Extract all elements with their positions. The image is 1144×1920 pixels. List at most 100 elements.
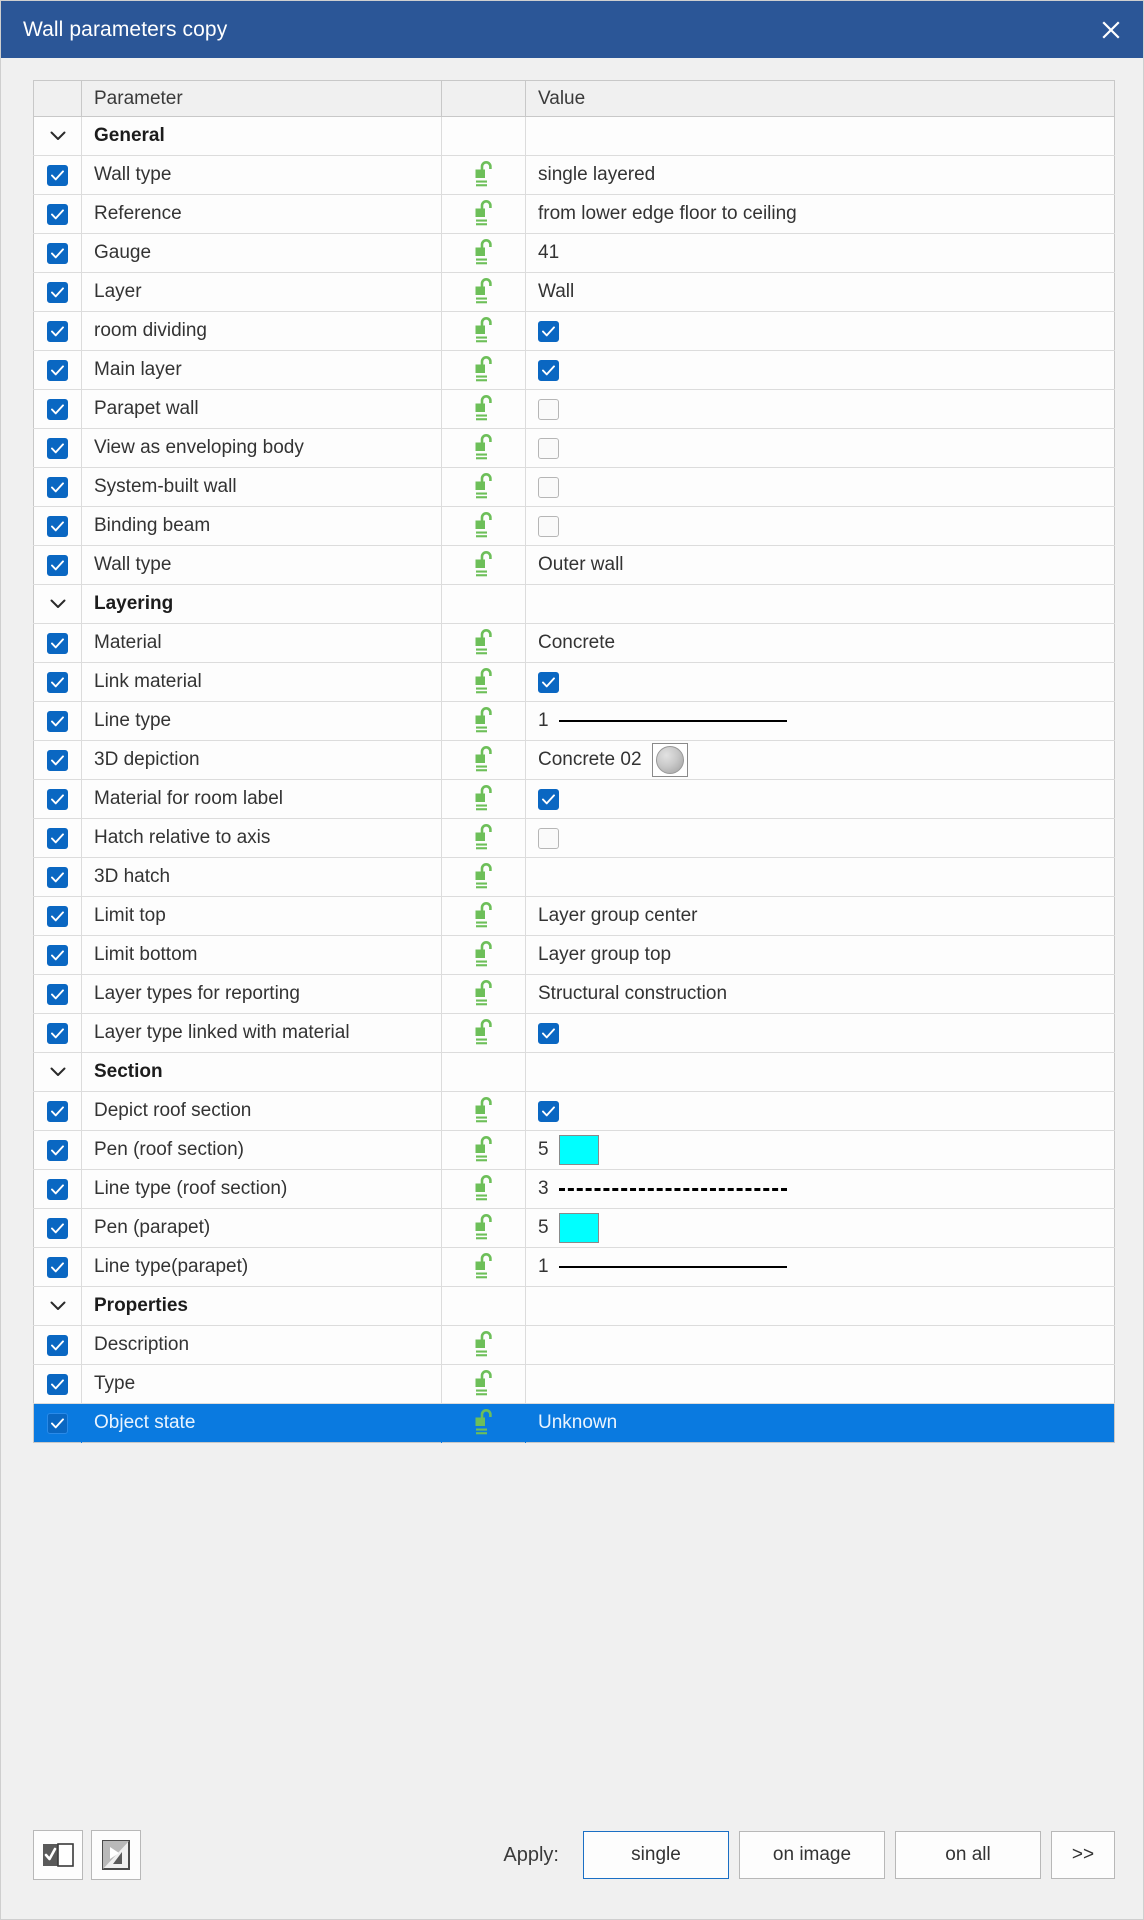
unlock-icon[interactable] [442, 897, 525, 935]
unlock-icon[interactable] [442, 975, 525, 1013]
row-value-cell[interactable]: Structural construction [525, 974, 1115, 1014]
row-checkbox-cell[interactable] [33, 194, 82, 234]
row-value-cell[interactable]: 5 [525, 1130, 1115, 1170]
row-lock-cell[interactable] [441, 1169, 526, 1209]
row-value-cell[interactable] [525, 1325, 1115, 1365]
row-checkbox-cell[interactable] [33, 1130, 82, 1170]
value-text[interactable]: Wall [526, 273, 1114, 311]
value-material[interactable]: Concrete 02 [526, 741, 1114, 779]
more-options-button[interactable]: >> [1051, 1831, 1115, 1879]
group-expand-cell[interactable] [33, 1286, 82, 1326]
row-checkbox-cell[interactable] [33, 389, 82, 429]
row-checkbox[interactable] [47, 944, 68, 966]
row-lock-cell[interactable] [441, 1325, 526, 1365]
row-lock-cell[interactable] [441, 1130, 526, 1170]
row-checkbox-cell[interactable] [33, 818, 82, 858]
row-lock-cell[interactable] [441, 428, 526, 468]
table-row[interactable]: Layer types for reporting Structural cons… [33, 974, 1115, 1014]
row-lock-cell[interactable] [441, 233, 526, 273]
row-checkbox-cell[interactable] [33, 311, 82, 351]
table-row[interactable]: Limit bottom Layer group top [33, 935, 1115, 975]
row-lock-cell[interactable] [441, 467, 526, 507]
value-text[interactable]: Outer wall [526, 546, 1114, 584]
row-checkbox-cell[interactable] [33, 545, 82, 585]
row-value-cell[interactable] [525, 428, 1115, 468]
row-lock-cell[interactable] [441, 818, 526, 858]
row-checkbox[interactable] [47, 827, 68, 849]
row-checkbox[interactable] [47, 281, 68, 303]
row-checkbox-cell[interactable] [33, 1364, 82, 1404]
row-value-cell[interactable]: Wall [525, 272, 1115, 312]
row-value-cell[interactable] [525, 1091, 1115, 1131]
table-row[interactable]: Main layer [33, 350, 1115, 390]
table-row[interactable]: Wall type Outer wall [33, 545, 1115, 585]
row-checkbox-cell[interactable] [33, 857, 82, 897]
row-checkbox[interactable] [47, 203, 68, 225]
row-lock-cell[interactable] [441, 1091, 526, 1131]
value-checkbox[interactable] [538, 671, 559, 693]
row-checkbox[interactable] [47, 1256, 68, 1278]
group-header-row[interactable]: General [33, 116, 1115, 156]
group-header-row[interactable]: Layering [33, 584, 1115, 624]
table-row[interactable]: Depict roof section [33, 1091, 1115, 1131]
group-header-row[interactable]: Section [33, 1052, 1115, 1092]
row-lock-cell[interactable] [441, 350, 526, 390]
pen-color-swatch[interactable] [558, 1213, 599, 1243]
row-lock-cell[interactable] [441, 896, 526, 936]
row-checkbox-cell[interactable] [33, 662, 82, 702]
unlock-icon[interactable] [442, 1405, 525, 1443]
row-value-cell[interactable] [525, 389, 1115, 429]
row-checkbox[interactable] [47, 320, 68, 342]
row-checkbox-cell[interactable] [33, 506, 82, 546]
row-checkbox-cell[interactable] [33, 935, 82, 975]
row-lock-cell[interactable] [441, 155, 526, 195]
row-checkbox[interactable] [47, 1217, 68, 1239]
row-value-cell[interactable]: Concrete [525, 623, 1115, 663]
pen-color-swatch[interactable] [558, 1135, 599, 1165]
row-lock-cell[interactable] [441, 1013, 526, 1053]
chevron-down-icon[interactable] [34, 117, 81, 155]
unlock-icon[interactable] [442, 273, 525, 311]
table-row[interactable]: 3D depiction Concrete 02 [33, 740, 1115, 780]
row-value-cell[interactable] [525, 350, 1115, 390]
row-checkbox-cell[interactable] [33, 467, 82, 507]
table-row[interactable]: Description [33, 1325, 1115, 1365]
row-value-cell[interactable]: Layer group top [525, 935, 1115, 975]
value-linestyle[interactable]: 1 [526, 702, 1114, 740]
table-row[interactable]: Line type(parapet) 1 [33, 1247, 1115, 1287]
apply-on-all-button[interactable]: on all [895, 1831, 1041, 1879]
row-value-cell[interactable]: 41 [525, 233, 1115, 273]
table-row[interactable]: System-built wall [33, 467, 1115, 507]
row-value-cell[interactable] [525, 857, 1115, 897]
row-lock-cell[interactable] [441, 1364, 526, 1404]
close-icon[interactable] [1079, 1, 1143, 58]
table-row[interactable]: Binding beam [33, 506, 1115, 546]
chevron-down-icon[interactable] [34, 1053, 81, 1091]
unlock-icon[interactable] [442, 780, 525, 818]
value-checkbox[interactable] [538, 476, 559, 498]
row-checkbox[interactable] [47, 632, 68, 654]
row-checkbox[interactable] [47, 476, 68, 498]
row-lock-cell[interactable] [441, 779, 526, 819]
row-checkbox[interactable] [47, 554, 68, 576]
unlock-icon[interactable] [442, 1131, 525, 1169]
unlock-icon[interactable] [442, 858, 525, 896]
row-checkbox[interactable] [47, 866, 68, 888]
value-checkbox[interactable] [538, 359, 559, 381]
row-checkbox-cell[interactable] [33, 428, 82, 468]
unlock-icon[interactable] [442, 741, 525, 779]
unlock-icon[interactable] [442, 1365, 525, 1403]
value-text[interactable]: Unknown [526, 1405, 1114, 1443]
unlock-icon[interactable] [442, 351, 525, 389]
unlock-icon[interactable] [442, 390, 525, 428]
unlock-icon[interactable] [442, 195, 525, 233]
row-lock-cell[interactable] [441, 935, 526, 975]
unlock-icon[interactable] [442, 1326, 525, 1364]
invert-selection-icon[interactable] [91, 1830, 141, 1880]
value-text[interactable]: from lower edge floor to ceiling [526, 195, 1114, 233]
row-checkbox-cell[interactable] [33, 233, 82, 273]
table-row[interactable]: View as enveloping body [33, 428, 1115, 468]
value-text[interactable] [526, 858, 1114, 896]
row-value-cell[interactable] [525, 506, 1115, 546]
table-row[interactable]: Type [33, 1364, 1115, 1404]
